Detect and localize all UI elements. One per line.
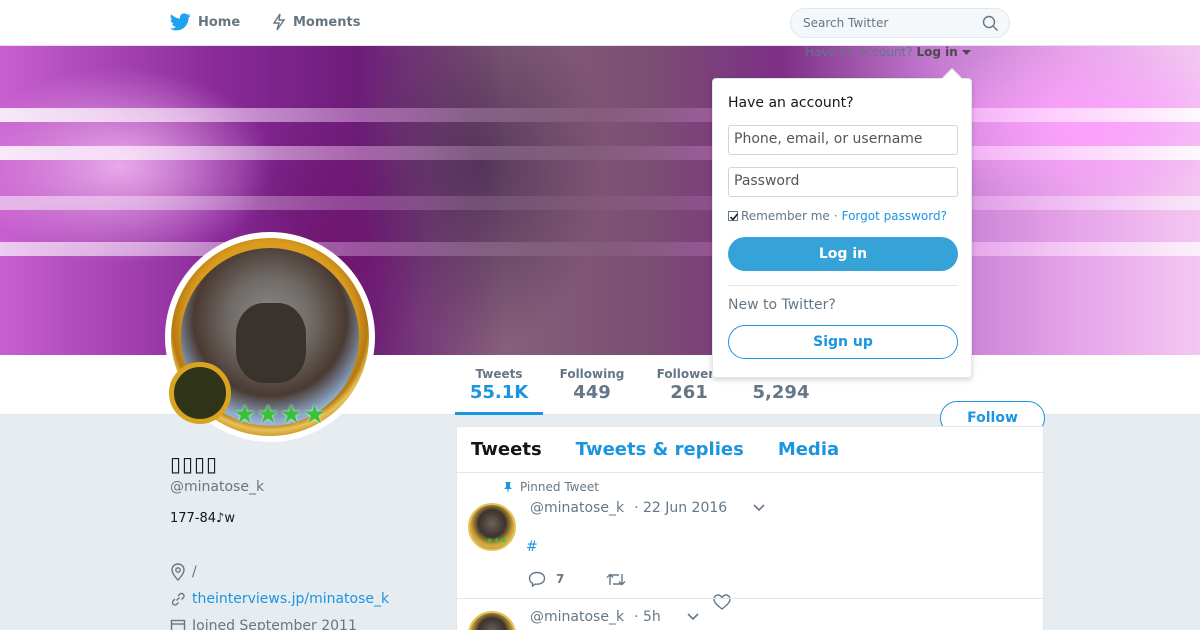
stat-value: 449 <box>573 382 611 403</box>
avatar-stars: ★ ★ ★ ★ <box>233 402 326 428</box>
profile-url: theinterviews.jp/minatose_k <box>170 591 389 607</box>
banner-stripe <box>0 108 1200 122</box>
check-icon <box>729 213 739 221</box>
login-dropdown-toggle[interactable]: Log in <box>916 45 957 59</box>
forgot-password-link[interactable]: Forgot password? <box>842 209 947 223</box>
stat-value: 261 <box>670 382 708 403</box>
avatar-badge <box>169 362 231 424</box>
pinned-label: Pinned Tweet <box>502 480 599 494</box>
profile-handle[interactable]: @minatose_k <box>170 479 264 495</box>
signup-button[interactable]: Sign up <box>728 325 958 359</box>
nav-home[interactable]: Home <box>170 13 240 31</box>
calendar-icon <box>170 619 186 630</box>
tweet-actions: 7 <box>528 571 626 587</box>
chevron-down-icon[interactable] <box>961 49 971 56</box>
tweet-header: @minatose_k · 22 Jun 2016 <box>530 500 765 516</box>
reply-icon[interactable] <box>528 571 546 587</box>
banner-stripe <box>0 196 1200 210</box>
tweet-time[interactable]: · 22 Jun 2016 <box>634 500 727 516</box>
link-icon <box>171 592 185 606</box>
popup-divider <box>728 285 958 286</box>
pinned-label-text: Pinned Tweet <box>520 480 599 494</box>
login-button[interactable]: Log in <box>728 237 958 271</box>
tweet-handle[interactable]: @minatose_k <box>530 609 624 625</box>
profile-name: ▯▯▯▯ <box>170 452 219 476</box>
username-field[interactable]: Phone, email, or username <box>728 125 958 155</box>
star-icon: ★ <box>302 400 327 430</box>
banner-stripe <box>0 146 1200 160</box>
nav-moments[interactable]: Moments <box>272 13 360 31</box>
joined-text: Joined September 2011 <box>192 618 357 630</box>
tweet-header: @minatose_k · 5h <box>530 609 699 625</box>
separator: · <box>833 209 838 223</box>
login-popup: Have an account? Phone, email, or userna… <box>712 68 972 378</box>
tweet-handle[interactable]: @minatose_k <box>530 500 624 516</box>
remember-checkbox[interactable] <box>728 211 739 221</box>
search-placeholder: Search Twitter <box>803 16 889 30</box>
session-prompt: Have an account? Log in <box>805 45 971 59</box>
twitter-bird-icon <box>170 13 191 31</box>
star-icon: ★ <box>279 400 303 430</box>
popup-title: Have an account? <box>728 95 854 111</box>
banner-stripe <box>0 242 1200 256</box>
tab-tweets[interactable]: Tweets <box>471 439 542 460</box>
remember-label[interactable]: Remember me <box>741 209 830 223</box>
stat-value: 5,294 <box>752 382 810 403</box>
tweet-time[interactable]: · 5h <box>634 609 661 625</box>
reply-count: 7 <box>556 572 565 586</box>
tweet-avatar[interactable] <box>468 503 516 551</box>
tweet-divider <box>456 598 1044 599</box>
nav-home-label: Home <box>198 14 241 30</box>
timeline: Tweets Tweets & replies Media <box>456 426 1044 630</box>
tweet-hashtag[interactable]: # <box>526 539 538 555</box>
new-to-twitter: New to Twitter? <box>728 297 836 313</box>
pin-icon <box>504 481 512 493</box>
profile-avatar[interactable]: ★ ★ ★ ★ <box>165 232 375 442</box>
lightning-icon <box>272 13 286 31</box>
search-input[interactable]: Search Twitter <box>790 8 1010 38</box>
stat-value: 55.1K <box>469 382 529 403</box>
timeline-tabs: Tweets Tweets & replies Media <box>457 427 1043 473</box>
search-icon[interactable] <box>982 15 999 32</box>
remember-row: Remember me · Forgot password? <box>728 209 947 223</box>
tab-tweets-replies[interactable]: Tweets & replies <box>576 439 744 460</box>
stat-following[interactable]: Following 449 <box>555 367 629 403</box>
profile-location: / <box>170 563 197 581</box>
tab-media[interactable]: Media <box>778 439 839 460</box>
profile-joined: Joined September 2011 <box>170 618 357 630</box>
stat-label: Following <box>559 367 625 381</box>
session-prompt-text: Have an account? <box>805 45 913 59</box>
star-icon: ★ <box>233 400 257 430</box>
profile-link[interactable]: theinterviews.jp/minatose_k <box>192 591 389 607</box>
profile-bio: 177-84♪w <box>170 511 235 526</box>
chevron-down-icon[interactable] <box>753 504 765 512</box>
location-pin-icon <box>171 563 185 581</box>
heart-icon[interactable] <box>713 594 731 614</box>
nav-moments-label: Moments <box>293 14 361 30</box>
chevron-down-icon[interactable] <box>687 613 699 621</box>
password-field[interactable]: Password <box>728 167 958 197</box>
retweet-icon[interactable] <box>606 572 626 587</box>
location-text: / <box>192 564 197 580</box>
stat-tweets[interactable]: Tweets 55.1K <box>455 367 543 415</box>
stat-label: Tweets <box>475 367 523 381</box>
star-icon: ★ <box>256 400 280 430</box>
top-nav: Home Moments Search Twitter <box>0 0 1200 46</box>
